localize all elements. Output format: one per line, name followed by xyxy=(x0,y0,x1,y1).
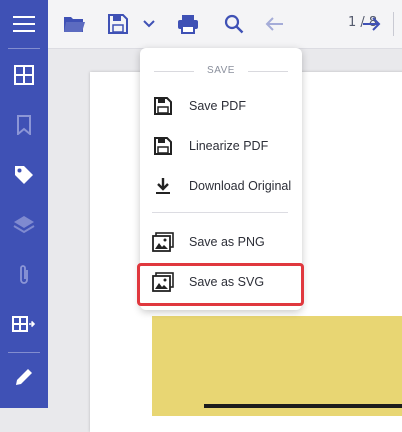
sidebar-divider xyxy=(8,48,40,49)
image-icon xyxy=(152,231,174,253)
menu-item-label: Download Original xyxy=(189,179,292,193)
menu-icon[interactable] xyxy=(0,4,48,44)
left-sidebar xyxy=(0,0,48,408)
previous-page-icon[interactable] xyxy=(260,8,288,40)
highlight-box xyxy=(137,263,304,306)
thumbnails-icon[interactable] xyxy=(0,55,48,95)
download-original-item[interactable]: Download Original xyxy=(140,167,302,205)
page-content-block xyxy=(152,316,402,416)
floppy-icon xyxy=(152,135,174,157)
bookmark-icon[interactable] xyxy=(0,105,48,145)
chevron-down-icon[interactable] xyxy=(140,8,158,40)
menu-divider xyxy=(152,212,288,213)
floppy-icon xyxy=(152,95,174,117)
sidebar-divider xyxy=(8,352,40,353)
toolbar-divider xyxy=(393,12,394,36)
save-as-png-item[interactable]: Save as PNG xyxy=(140,223,302,261)
attachment-icon[interactable] xyxy=(0,255,48,295)
print-icon[interactable] xyxy=(174,8,202,40)
pencil-icon[interactable] xyxy=(0,357,48,397)
menu-item-label: Save as PNG xyxy=(189,235,265,249)
page-content-strip xyxy=(204,404,402,408)
next-page-icon[interactable] xyxy=(358,8,386,40)
menu-header: SAVE xyxy=(207,65,235,76)
save-pdf-item[interactable]: Save PDF xyxy=(140,87,302,125)
search-icon[interactable] xyxy=(220,8,248,40)
grid-export-icon[interactable] xyxy=(0,305,48,345)
tag-icon[interactable] xyxy=(0,155,48,195)
layers-icon[interactable] xyxy=(0,205,48,245)
download-icon xyxy=(152,175,174,197)
open-folder-icon[interactable] xyxy=(60,8,88,40)
top-toolbar: 1 / 8 xyxy=(48,0,402,49)
menu-item-label: Save PDF xyxy=(189,99,246,113)
menu-item-label: Linearize PDF xyxy=(189,139,269,153)
linearize-pdf-item[interactable]: Linearize PDF xyxy=(140,127,302,165)
save-floppy-icon[interactable] xyxy=(104,8,132,40)
